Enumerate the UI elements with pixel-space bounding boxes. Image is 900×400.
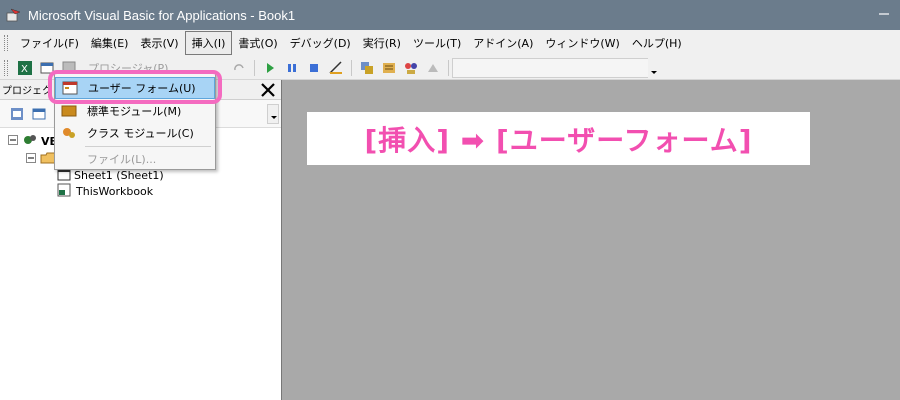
- tree-folder-row[interactable]: [26, 150, 56, 169]
- design-mode-icon[interactable]: [327, 59, 345, 77]
- scroll-down-icon[interactable]: [267, 104, 279, 124]
- workbook-icon: [56, 182, 72, 201]
- window-title: Microsoft Visual Basic for Applications …: [28, 7, 296, 23]
- svg-text:X: X: [21, 64, 28, 75]
- excel-icon[interactable]: X: [16, 59, 34, 77]
- tree-sheet-label: Sheet1 (Sheet1): [74, 169, 164, 182]
- pause-icon[interactable]: [283, 59, 301, 77]
- menu-tools[interactable]: ツール(T): [407, 32, 467, 54]
- view-code-icon[interactable]: [8, 105, 26, 123]
- title-bar: Microsoft Visual Basic for Applications …: [0, 0, 900, 30]
- insert-menu-dropdown: ユーザー フォーム(U) 標準モジュール(M) クラス モジュール(C) ファイ…: [54, 72, 216, 170]
- collapse-icon[interactable]: [8, 135, 18, 148]
- annotation-banner: [挿入] ➡ [ユーザーフォーム]: [307, 112, 810, 165]
- menu-insert[interactable]: 挿入(I): [184, 31, 233, 55]
- menu-item-file-label: ファイル(L)...: [87, 153, 157, 166]
- blank-icon: [61, 151, 77, 167]
- minimize-icon[interactable]: [878, 8, 890, 20]
- project-panel-title: プロジェク: [2, 86, 52, 97]
- menu-separator: [85, 146, 211, 147]
- menu-item-module-label: 標準モジュール(M): [87, 105, 182, 118]
- object-browser-icon[interactable]: [402, 59, 420, 77]
- vba-app-icon: [6, 7, 22, 23]
- menu-item-userform-label: ユーザー フォーム(U): [88, 82, 196, 95]
- tree-workbook-row[interactable]: ThisWorkbook: [56, 182, 153, 201]
- toolbar-separator: [448, 59, 450, 76]
- menu-item-standard-module[interactable]: 標準モジュール(M): [55, 100, 215, 122]
- menu-item-file[interactable]: ファイル(L)...: [55, 148, 215, 170]
- menu-addins[interactable]: アドイン(A): [467, 32, 539, 54]
- toolbar-separator: [254, 59, 256, 76]
- menu-item-class-module[interactable]: クラス モジュール(C): [55, 122, 215, 144]
- module-icon: [61, 103, 77, 119]
- close-icon[interactable]: [259, 81, 277, 99]
- location-combo[interactable]: [452, 58, 660, 78]
- menu-file[interactable]: ファイル(F): [14, 32, 85, 54]
- menu-window[interactable]: ウィンドウ(W): [539, 32, 625, 54]
- menu-item-class-label: クラス モジュール(C): [87, 127, 194, 140]
- menubar-grip[interactable]: [4, 35, 8, 51]
- userform-icon: [62, 80, 78, 96]
- menu-view[interactable]: 表示(V): [134, 32, 184, 54]
- properties-icon[interactable]: [380, 59, 398, 77]
- stop-icon[interactable]: [305, 59, 323, 77]
- menu-run[interactable]: 実行(R): [357, 32, 407, 54]
- vba-project-icon: [22, 132, 38, 151]
- view-object-icon[interactable]: [30, 105, 48, 123]
- toolbar-grip[interactable]: [4, 59, 8, 76]
- project-explorer-icon[interactable]: [358, 59, 376, 77]
- menu-bar: ファイル(F) 編集(E) 表示(V) 挿入(I) 書式(O) デバッグ(D) …: [0, 30, 900, 56]
- annotation-text: [挿入] ➡ [ユーザーフォーム]: [364, 123, 753, 157]
- menu-format[interactable]: 書式(O): [232, 32, 283, 54]
- collapse-icon[interactable]: [26, 153, 36, 166]
- menu-item-userform[interactable]: ユーザー フォーム(U): [55, 77, 215, 99]
- toolbar-separator: [351, 59, 353, 76]
- combo-arrow-icon[interactable]: [648, 58, 660, 78]
- toolbox-icon[interactable]: [424, 59, 442, 77]
- menu-debug[interactable]: デバッグ(D): [284, 32, 357, 54]
- redo-icon[interactable]: [230, 59, 248, 77]
- tree-workbook-label: ThisWorkbook: [76, 185, 154, 198]
- menu-help[interactable]: ヘルプ(H): [626, 32, 688, 54]
- tree-root-row[interactable]: VB: [8, 132, 58, 151]
- class-module-icon: [61, 125, 77, 141]
- run-icon[interactable]: [261, 59, 279, 77]
- menu-edit[interactable]: 編集(E): [85, 32, 135, 54]
